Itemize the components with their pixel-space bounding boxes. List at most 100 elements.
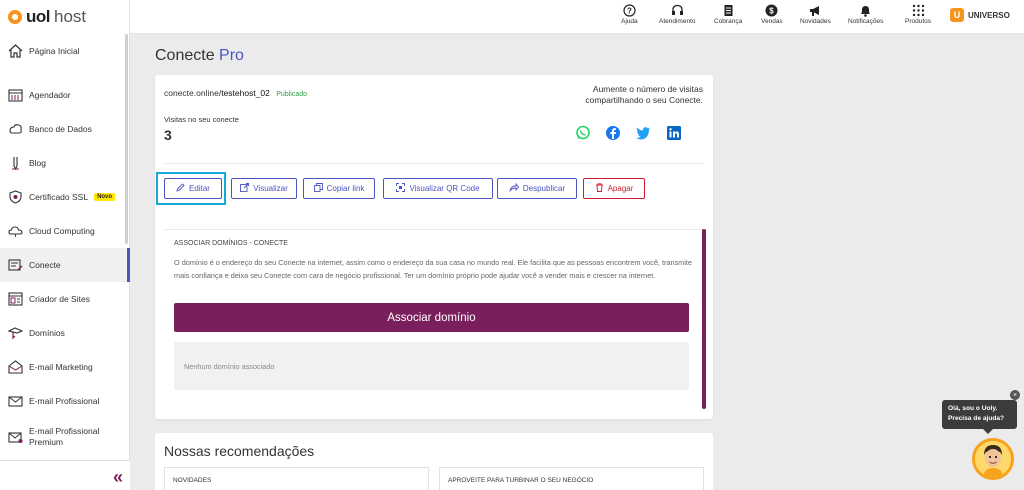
- view-button[interactable]: Visualizar: [231, 178, 297, 199]
- headset-icon: [670, 3, 684, 17]
- topbar-item-label: Cobrança: [714, 18, 743, 25]
- trash-icon: [595, 183, 604, 194]
- sidebar-footer: «: [0, 460, 130, 490]
- domain-icon: [8, 326, 23, 341]
- unpublish-button[interactable]: Despublicar: [497, 178, 577, 199]
- news-column: NOVIDADES: [164, 467, 429, 490]
- new-badge: Novo: [94, 193, 116, 201]
- grid-icon: [911, 3, 925, 17]
- whatsapp-icon[interactable]: [575, 125, 591, 141]
- section-description: O domínio é o endereço do seu Conecte na…: [174, 258, 692, 280]
- topbar-item-novidades[interactable]: Novidades: [800, 3, 831, 25]
- visits-count: 3: [164, 127, 172, 143]
- boost-business-label: APROVEITE PARA TURBINAR O SEU NEGÓCIO: [448, 477, 594, 484]
- sidebar-item-blog[interactable]: Blog: [0, 146, 128, 180]
- sidebar-item-label: Banco de Dados: [29, 124, 92, 134]
- database-icon: [8, 122, 23, 137]
- external-link-icon: [240, 183, 250, 194]
- topbar-item-label: Produtos: [905, 18, 932, 25]
- sidebar-item-label: Blog: [29, 158, 47, 168]
- sidebar-item-banco-de-dados[interactable]: Banco de Dados: [0, 112, 128, 146]
- user-name: UNIVERSO: [968, 10, 1010, 20]
- pen-icon: [8, 156, 23, 171]
- twitter-icon[interactable]: [635, 125, 651, 141]
- empty-state-text: Nenhum domínio associado: [184, 362, 275, 371]
- associate-domains-section: ASSOCIAR DOMÍNIOS - CONECTE O domínio é …: [164, 229, 704, 409]
- conecte-url: conecte.online/testehost_02 Publicado: [164, 88, 307, 98]
- sidebar-item-email-marketing[interactable]: E-mail Marketing: [0, 350, 128, 384]
- email-premium-icon: [8, 430, 23, 445]
- topbar-item-cobranca[interactable]: Cobrança: [714, 3, 742, 25]
- topbar-item-notificacoes[interactable]: Notificações: [848, 3, 883, 25]
- conecte-icon: [8, 258, 23, 273]
- sidebar-item-label: E-mail Profissional: [29, 396, 100, 406]
- share-text: Aumente o número de visitas compartilhan…: [585, 84, 703, 105]
- svg-text:$: $: [770, 6, 775, 15]
- bell-icon: [859, 3, 873, 17]
- topbar-item-atendimento[interactable]: Atendimento: [659, 3, 696, 25]
- user-avatar: U: [950, 8, 964, 22]
- topbar-item-label: Notificações: [848, 18, 884, 25]
- sidebar-item-label: E-mail Marketing: [29, 362, 93, 372]
- page-title-accent: Pro: [219, 47, 244, 64]
- sidebar-item-label: Certificado SSL: [29, 192, 89, 202]
- sidebar-nav: Página Inicial Agendador Banco de Dados …: [0, 34, 130, 456]
- section-scrollbar[interactable]: [702, 229, 706, 409]
- sidebar-item-label: Página Inicial: [29, 46, 80, 56]
- sidebar-item-cloud-computing[interactable]: Cloud Computing: [0, 214, 128, 248]
- delete-button[interactable]: Apagar: [583, 178, 645, 199]
- sidebar-item-label: E-mail Profissional Premium: [29, 426, 100, 447]
- edit-button[interactable]: Editar: [164, 178, 222, 199]
- status-badge: Publicado: [276, 91, 307, 98]
- collapse-sidebar-button[interactable]: «: [113, 467, 123, 488]
- copy-link-button[interactable]: Copiar link: [303, 178, 375, 199]
- certificate-icon: [8, 190, 23, 205]
- sidebar-item-label: Criador de Sites: [29, 294, 90, 304]
- sidebar-item-certificado-ssl[interactable]: Certificado SSL Novo: [0, 180, 128, 214]
- recommendations-title: Nossas recomendações: [164, 443, 315, 459]
- topbar-item-produtos[interactable]: Produtos: [905, 3, 931, 25]
- sidebar-item-pagina-inicial[interactable]: Página Inicial: [0, 34, 128, 68]
- sidebar-item-label: Domínios: [29, 328, 65, 338]
- top-bar: ? Ajuda Atendimento Cobrança $ Vendas No…: [130, 0, 1024, 34]
- chat-greeting-bubble[interactable]: Olá, sou o Uoly. Precisa de ajuda?: [942, 400, 1017, 434]
- sidebar-item-dominios[interactable]: Domínios: [0, 316, 128, 350]
- svg-text:?: ?: [627, 6, 632, 15]
- topbar-item-label: Ajuda: [621, 18, 638, 25]
- sidebar-item-agendador[interactable]: Agendador: [0, 78, 128, 112]
- uoly-chat-avatar[interactable]: [972, 438, 1014, 480]
- linkedin-icon[interactable]: [666, 125, 682, 141]
- card-divider: [164, 163, 704, 164]
- sidebar: uol host Página Inicial Agendador Banco …: [0, 0, 130, 490]
- sidebar-item-label: Cloud Computing: [29, 226, 95, 236]
- logo-host-text: host: [54, 7, 87, 26]
- sidebar-item-label: Conecte: [29, 260, 61, 270]
- facebook-icon[interactable]: [605, 125, 621, 141]
- topbar-item-ajuda[interactable]: ? Ajuda: [621, 3, 638, 25]
- topbar-item-label: Vendas: [761, 18, 783, 25]
- sidebar-item-email-profissional[interactable]: E-mail Profissional: [0, 384, 128, 418]
- visits-label: Visitas no seu conecte: [164, 115, 239, 124]
- topbar-item-vendas[interactable]: $ Vendas: [761, 3, 783, 25]
- sidebar-item-email-profissional-premium[interactable]: E-mail Profissional Premium: [0, 418, 128, 456]
- associate-domain-button[interactable]: Associar domínio: [174, 303, 689, 332]
- user-menu[interactable]: U UNIVERSO: [950, 8, 1010, 22]
- home-icon: [8, 44, 23, 59]
- conecte-card: conecte.online/testehost_02 Publicado Vi…: [155, 75, 713, 419]
- close-icon[interactable]: ×: [1010, 390, 1020, 400]
- uol-logo-icon: [8, 10, 22, 24]
- share-arrow-icon: [509, 182, 519, 194]
- recommendations-card: Nossas recomendações NOVIDADES APROVEITE…: [155, 433, 713, 490]
- sidebar-item-criador-de-sites[interactable]: Criador de Sites: [0, 282, 128, 316]
- cloud-icon: [8, 224, 23, 239]
- sidebar-item-label: Agendador: [29, 90, 71, 100]
- sidebar-item-conecte[interactable]: Conecte: [0, 248, 130, 282]
- uol-host-logo[interactable]: uol host: [0, 0, 129, 34]
- view-qr-code-button[interactable]: Visualizar QR Code: [383, 178, 493, 199]
- megaphone-icon: [808, 3, 822, 17]
- sales-icon: $: [765, 3, 779, 17]
- logo-uol-text: uol: [26, 7, 51, 26]
- invoice-icon: [721, 3, 735, 17]
- news-label: NOVIDADES: [173, 477, 212, 484]
- calendar-icon: [8, 88, 23, 103]
